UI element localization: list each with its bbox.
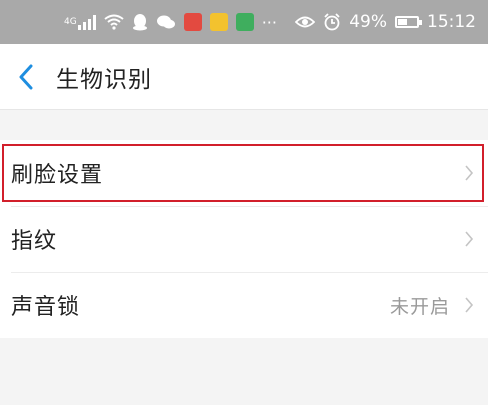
chevron-right-icon bbox=[465, 297, 474, 313]
qq-icon bbox=[132, 13, 148, 31]
battery-percent: 49% bbox=[349, 12, 387, 32]
list-item-face-settings[interactable]: 刷脸设置 bbox=[0, 140, 488, 206]
list-item-label: 指纹 bbox=[11, 229, 58, 254]
list-item-voice-lock[interactable]: 声音锁 未开启 bbox=[0, 272, 488, 338]
list-item-label: 声音锁 bbox=[11, 295, 81, 320]
back-button[interactable] bbox=[6, 55, 46, 99]
baidu-icon bbox=[209, 13, 228, 31]
settings-list: 刷脸设置 指纹 声音锁 未开启 bbox=[0, 140, 488, 338]
more-icon: ··· bbox=[261, 12, 277, 32]
list-item-label: 刷脸设置 bbox=[11, 163, 104, 188]
signal-icon: 4G bbox=[64, 14, 96, 30]
chevron-left-icon bbox=[19, 64, 33, 89]
list-item-value: 未开启 bbox=[389, 295, 450, 318]
app-icon bbox=[235, 13, 254, 31]
list-item-right: 未开启 bbox=[390, 292, 474, 319]
status-bar: 4G ··· 49% 15:12 bbox=[0, 0, 488, 44]
network-type: 4G bbox=[64, 17, 77, 27]
alarm-icon bbox=[323, 13, 341, 31]
status-left: 4G ··· bbox=[64, 13, 277, 32]
eye-icon bbox=[295, 15, 316, 29]
list-item-right bbox=[464, 230, 474, 248]
list-item-right bbox=[464, 164, 474, 182]
battery-fill bbox=[398, 19, 407, 25]
wechat-icon bbox=[156, 14, 176, 30]
wifi-icon bbox=[104, 14, 124, 30]
chevron-right-icon bbox=[465, 231, 474, 247]
page-title: 生物识别 bbox=[56, 66, 152, 93]
battery-icon bbox=[395, 16, 422, 28]
screen: 4G ··· 49% 15:12 生物识别 刷脸设置 指纹 声音锁 未开启 bbox=[0, 0, 488, 405]
chevron-right-icon bbox=[465, 165, 474, 181]
status-right: 49% 15:12 bbox=[295, 12, 476, 32]
list-item-fingerprint[interactable]: 指纹 bbox=[0, 206, 488, 272]
title-bar: 生物识别 bbox=[0, 44, 488, 110]
toutiao-icon bbox=[183, 13, 202, 31]
status-time: 15:12 bbox=[427, 12, 476, 32]
